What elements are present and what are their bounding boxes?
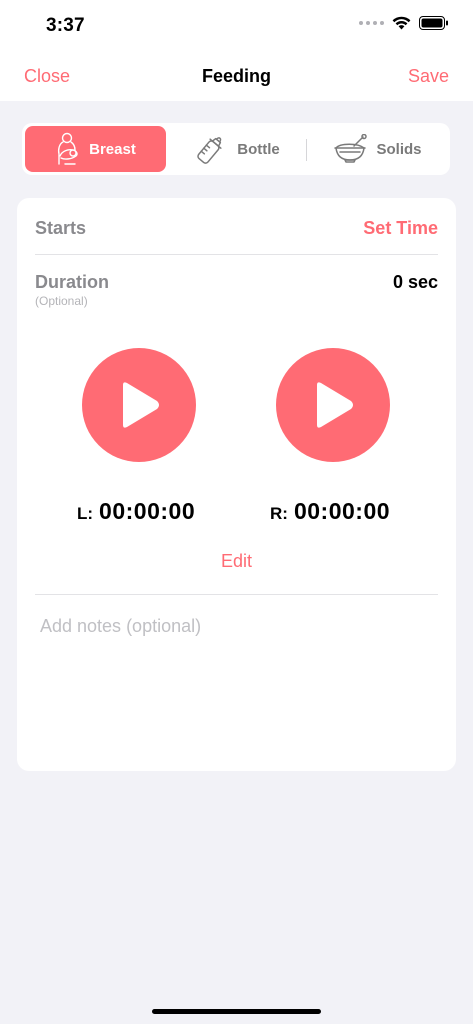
left-timer-prefix: L: bbox=[77, 504, 94, 523]
wifi-icon bbox=[392, 16, 411, 30]
left-timer: L: 00:00:00 bbox=[77, 498, 195, 525]
close-button[interactable]: Close bbox=[24, 66, 70, 87]
breastfeeding-icon bbox=[58, 132, 78, 165]
segment-label: Breast bbox=[89, 140, 136, 158]
duration-label: Duration bbox=[35, 272, 109, 292]
status-icons bbox=[359, 16, 449, 30]
segment-solids[interactable]: Solids bbox=[307, 126, 447, 172]
battery-icon bbox=[419, 16, 448, 30]
save-button[interactable]: Save bbox=[408, 66, 449, 87]
baby-bottle-icon bbox=[197, 137, 222, 164]
duration-value: 0 sec bbox=[392, 272, 438, 292]
set-time-button[interactable]: Set Time bbox=[363, 218, 438, 239]
duration-optional-hint: (Optional) bbox=[35, 294, 88, 308]
page-title: Feeding bbox=[201, 66, 271, 86]
segment-breast[interactable]: Breast bbox=[25, 126, 166, 172]
status-time: 3:37 bbox=[46, 15, 85, 36]
left-play-button[interactable] bbox=[82, 348, 196, 462]
home-indicator bbox=[152, 1009, 321, 1014]
food-bowl-icon bbox=[334, 134, 368, 163]
right-timer-value: 00:00:00 bbox=[293, 498, 391, 524]
navigation-bar: Close Feeding Save bbox=[0, 52, 473, 101]
play-icon bbox=[123, 382, 159, 428]
right-timer: R: 00:00:00 bbox=[270, 498, 390, 525]
segment-label: Solids bbox=[376, 140, 422, 158]
right-timer-prefix: R: bbox=[270, 504, 288, 523]
segment-label: Bottle bbox=[237, 140, 280, 158]
status-bar: 3:37 bbox=[0, 0, 473, 52]
left-timer-value: 00:00:00 bbox=[99, 498, 196, 524]
feeding-type-selector: Breast Bottle Solids bbox=[22, 123, 450, 175]
segment-bottle[interactable]: Bottle bbox=[166, 126, 307, 172]
right-play-button[interactable] bbox=[276, 348, 390, 462]
notes-input[interactable] bbox=[40, 616, 435, 756]
starts-label: Starts bbox=[35, 218, 87, 238]
divider bbox=[35, 254, 438, 255]
feeding-form-card: Starts Set Time Duration (Optional) 0 se… bbox=[17, 198, 456, 771]
play-icon bbox=[317, 382, 353, 428]
divider bbox=[35, 594, 438, 595]
edit-button[interactable]: Edit bbox=[17, 551, 456, 572]
signal-dots-icon bbox=[359, 21, 384, 25]
